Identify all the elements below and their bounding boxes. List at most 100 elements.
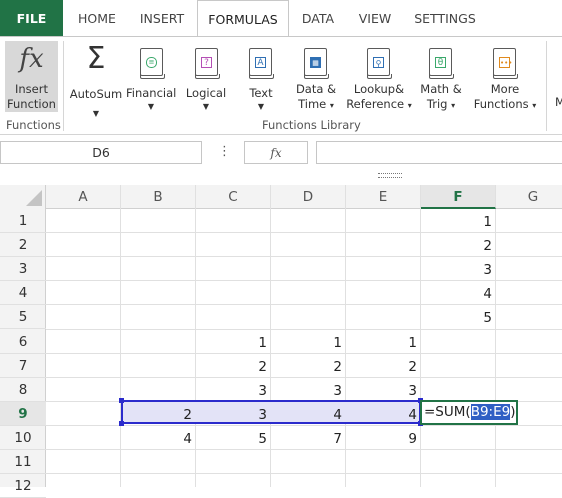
row-header-8[interactable]: 8 [0,378,46,402]
cell-e7[interactable]: 2 [346,354,421,378]
financial-button[interactable]: ≡ Financial ▼ [126,41,176,111]
select-all-corner[interactable] [0,185,46,209]
column-header-d[interactable]: D [271,185,346,209]
cell-c6[interactable]: 1 [196,330,271,354]
text-button[interactable]: A Text ▼ [238,41,284,111]
cell-e9[interactable]: 4 [346,402,421,426]
cell-e10[interactable]: 9 [346,426,421,450]
datetime-label-2: Time [298,97,327,111]
formula-bar-resize-handle[interactable] [378,173,402,178]
cut-off-button[interactable]: M [555,95,562,110]
cell-b9[interactable]: 2 [121,402,196,426]
column-header-f[interactable]: F [421,185,496,209]
tab-file[interactable]: FILE [0,0,63,36]
formula-suffix: ) [510,404,516,420]
tab-formulas[interactable]: FORMULAS [197,0,289,37]
row-header-1[interactable]: 1 [0,209,46,233]
tab-view[interactable]: VIEW [350,0,400,36]
chevron-down-icon: ▼ [257,102,265,111]
cell-f1[interactable]: 1 [421,209,496,233]
tab-insert[interactable]: INSERT [130,0,194,36]
autosum-button[interactable]: Σ AutoSum ▼ [68,41,124,129]
insert-function-button[interactable]: fx Insert Function [5,41,58,112]
cell-d10[interactable]: 7 [271,426,346,450]
autosum-label: AutoSum [69,87,123,101]
math-book-icon: θ [429,48,454,79]
column-header-c[interactable]: C [196,185,271,209]
more-functions-button[interactable]: ••• More Functions ▾ [472,41,538,111]
text-book-icon: A [249,48,274,79]
column-header-g[interactable]: G [496,185,562,209]
ribbon-tab-bar: FILE HOME INSERT FORMULAS DATA VIEW SETT… [0,0,562,37]
cell-c10[interactable]: 5 [196,426,271,450]
insert-function-label-2: Function [7,97,56,111]
math-trig-button[interactable]: θ Math & Trig ▾ [418,41,464,111]
financial-book-icon: ≡ [140,48,165,79]
row-header-7[interactable]: 7 [0,354,46,378]
group-divider [63,41,64,131]
datetime-button[interactable]: ▦ Data & Time ▾ [290,41,342,111]
calendar-book-icon: ▦ [304,48,329,79]
math-label-2: Trig [426,97,448,111]
formula-range-reference: B9:E9 [470,404,511,420]
chevron-down-icon: ▼ [147,102,155,111]
logical-button[interactable]: ? Logical ▼ [182,41,230,111]
datetime-label-1: Data & [295,82,337,96]
formula-bar-kebab-icon[interactable]: ⋮ [218,141,231,164]
lookup-label-2: Reference [346,97,405,111]
lookup-label-1: Lookup& [353,82,405,96]
cell-f4[interactable]: 4 [421,281,496,305]
cell-d9[interactable]: 4 [271,402,346,426]
group-label-functions-library: Functions Library [262,118,361,132]
chevron-down-icon: ▾ [532,101,537,110]
lookup-book-icon: ⚲ [367,48,392,79]
row-header-6[interactable]: 6 [0,330,46,354]
chevron-down-icon: ▾ [329,101,334,110]
cell-c7[interactable]: 2 [196,354,271,378]
row-header-2[interactable]: 2 [0,233,46,258]
more-label-2: Functions [473,97,529,111]
formula-prefix: =SUM( [424,404,471,420]
row-header-3[interactable]: 3 [0,257,46,282]
select-all-triangle-icon [26,190,42,206]
formula-input[interactable] [316,141,562,164]
math-label-1: Math & [420,82,462,96]
ribbon: fx Insert Function Functions Σ AutoSum ▼… [0,36,562,135]
row-header-9[interactable]: 9 [0,401,46,426]
fx-icon: fx [19,44,44,74]
more-book-icon: ••• [493,48,518,79]
cell-c9[interactable]: 3 [196,402,271,426]
cell-e6[interactable]: 1 [346,330,421,354]
row-header-12[interactable]: 12 [0,474,46,498]
tab-settings[interactable]: SETTINGS [406,0,484,36]
cell-d7[interactable]: 2 [271,354,346,378]
cell-c8[interactable]: 3 [196,378,271,402]
column-header-a[interactable]: A [46,185,121,209]
sigma-icon: Σ [86,41,106,76]
column-header-b[interactable]: B [121,185,196,209]
row-header-5[interactable]: 5 [0,305,46,330]
cell-f2[interactable]: 2 [421,233,496,257]
more-label-1: More [490,82,520,96]
lookup-reference-button[interactable]: ⚲ Lookup& Reference ▾ [346,41,412,111]
row-header-11[interactable]: 11 [0,450,46,474]
cell-b10[interactable]: 4 [121,426,196,450]
column-header-e[interactable]: E [346,185,421,209]
row-header-10[interactable]: 10 [0,426,46,450]
tab-home[interactable]: HOME [66,0,128,36]
cell-d8[interactable]: 3 [271,378,346,402]
group-label-functions: Functions [6,118,61,132]
cell-f5[interactable]: 5 [421,305,496,329]
logical-book-icon: ? [195,48,220,79]
chevron-down-icon: ▼ [202,102,210,111]
cell-d6[interactable]: 1 [271,330,346,354]
cell-f3[interactable]: 3 [421,257,496,281]
chevron-down-icon: ▼ [92,109,100,118]
insert-function-fx-button[interactable]: fx [244,141,308,164]
cell-e8[interactable]: 3 [346,378,421,402]
name-box[interactable]: D6 [0,141,202,164]
row-header-4[interactable]: 4 [0,281,46,306]
chevron-down-icon: ▾ [451,101,456,110]
editing-cell-f9[interactable]: =SUM(B9:E9) [420,400,518,425]
tab-data[interactable]: DATA [292,0,344,36]
